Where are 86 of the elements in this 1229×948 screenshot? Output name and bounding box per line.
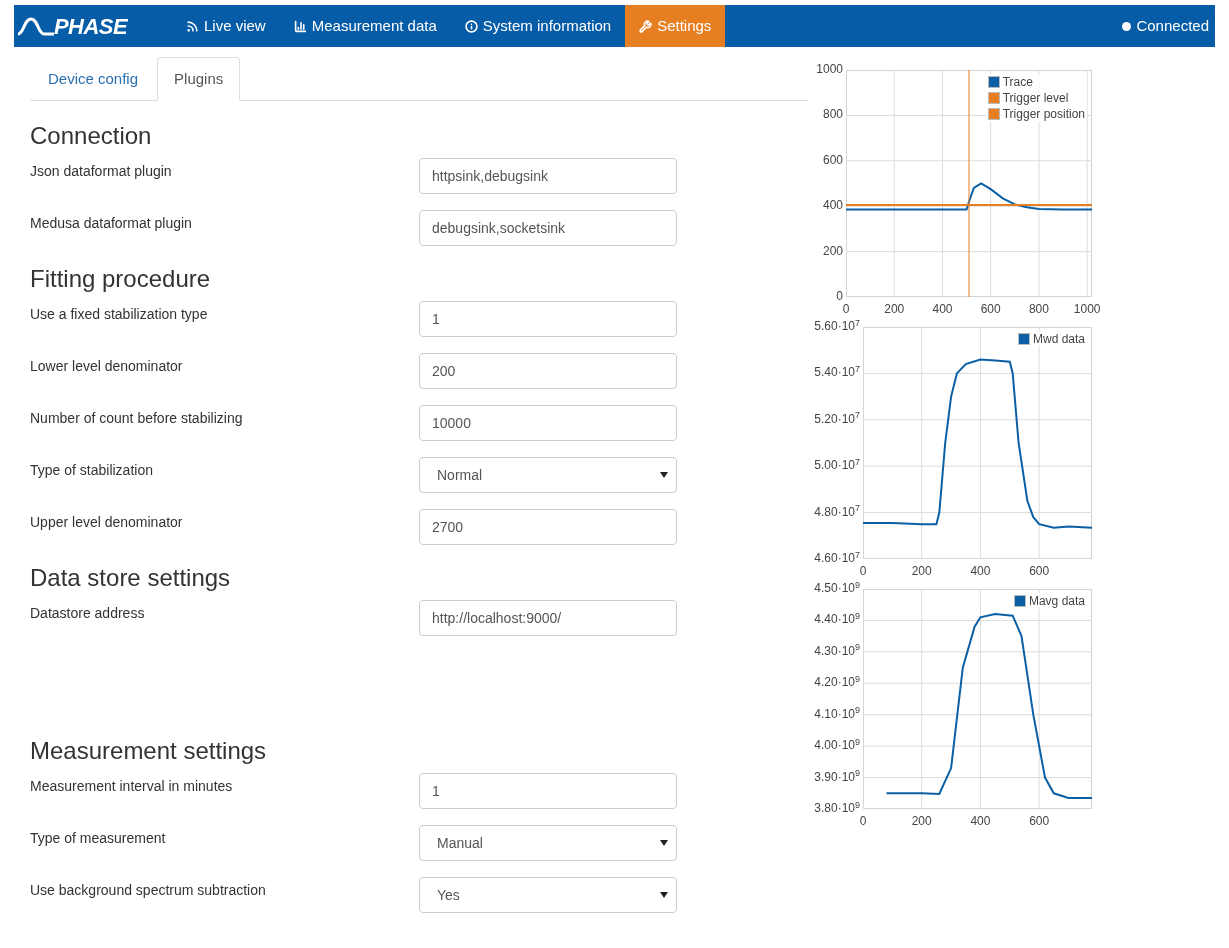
section-heading: Data store settings	[30, 563, 232, 593]
brand-logo[interactable]: PHASE	[14, 9, 172, 43]
field-label: Upper level denominator	[30, 513, 184, 532]
axis-tick-label: 600	[1029, 565, 1050, 577]
nav-link[interactable]: Measurement data	[279, 5, 451, 47]
text-field[interactable]: 2700	[419, 509, 677, 545]
field-label: Use a fixed stabilization type	[30, 305, 209, 324]
axis-tick-label: 800	[822, 108, 843, 121]
axis-tick-label: 200	[822, 244, 843, 257]
caret-icon	[660, 472, 668, 478]
legend-label: Mavg data	[1028, 595, 1085, 607]
axis-tick-label: 4.40·10$^{9}$	[814, 613, 860, 626]
field-label: Datastore address	[30, 604, 146, 623]
caret-icon	[660, 892, 668, 898]
axis-tick-label: 600	[822, 153, 843, 166]
axis-tick-label: 3.80·10$^{9}$	[814, 802, 860, 814]
field-label: Measurement interval in minutes	[30, 777, 234, 796]
axis-tick-label: 4.20·10$^{9}$	[814, 676, 860, 689]
axis-tick-label: 3.90·10$^{9}$	[814, 770, 860, 783]
field-label: Number of count before stabilizing	[30, 409, 244, 428]
field-label: Lower level denominator	[30, 357, 184, 376]
dropdown[interactable]: Normal	[419, 457, 677, 493]
tab[interactable]: Plugins	[157, 57, 241, 101]
axis-tick-label: 5.60·10$^{7}$	[814, 320, 860, 332]
wave-icon	[16, 15, 56, 37]
text-field[interactable]: httpsink,debugsink	[419, 158, 677, 194]
caret-icon	[660, 840, 668, 846]
axis-tick-label: 0	[836, 290, 843, 302]
axis-tick-label: 4.00·10$^{9}$	[814, 739, 860, 752]
axis-tick-label: 4.50·10$^{9}$	[814, 582, 860, 594]
legend-label: Mwd data	[1032, 333, 1085, 345]
bar-chart-icon	[293, 19, 307, 33]
text-field[interactable]: 1	[419, 301, 677, 337]
text-field[interactable]: 200	[419, 353, 677, 389]
axis-tick-label: 600	[980, 303, 1001, 315]
field-label: Type of measurement	[30, 829, 167, 848]
legend-label: Trigger position	[1002, 108, 1085, 120]
axis-tick-label: 1000	[816, 63, 843, 75]
legend-swatch	[987, 108, 1000, 120]
axis-tick-label: 400	[932, 303, 953, 315]
axis-tick-label: 200	[884, 303, 905, 315]
field-label: Json dataformat plugin	[30, 162, 173, 181]
field-label: Medusa dataformat plugin	[30, 214, 193, 233]
info-icon	[464, 19, 478, 33]
axis-tick-label: 0	[859, 815, 867, 827]
axis-tick-label: 200	[911, 815, 932, 827]
legend-swatch	[1017, 333, 1030, 345]
tab[interactable]: Device config	[31, 57, 156, 101]
axis-tick-label: 600	[1029, 815, 1050, 827]
axis-tick-label: 5.00·10$^{7}$	[814, 459, 860, 472]
text-field[interactable]: debugsink,socketsink	[419, 210, 677, 246]
dropdown[interactable]: Manual	[419, 825, 677, 861]
text-field[interactable]: 1	[419, 773, 677, 809]
nav-link[interactable]: Live view	[172, 5, 280, 47]
axis-tick-label: 1000	[1073, 303, 1101, 315]
connection-status: Connected	[1136, 15, 1209, 36]
text-field[interactable]: 10000	[419, 405, 677, 441]
field-label: Type of stabilization	[30, 461, 154, 480]
axis-tick-label: 5.40·10$^{7}$	[814, 366, 860, 379]
rss-icon	[186, 19, 199, 33]
section-heading: Connection	[30, 121, 153, 151]
axis-tick-label: 800	[1028, 303, 1049, 315]
legend-swatch	[987, 76, 1000, 88]
legend-swatch	[1013, 595, 1026, 607]
axis-tick-label: 4.80·10$^{7}$	[814, 505, 860, 518]
legend-label: Trace	[1002, 76, 1033, 88]
axis-tick-label: 5.20·10$^{7}$	[814, 412, 860, 425]
section-heading: Measurement settings	[30, 736, 268, 766]
axis-tick-label: 4.60·10$^{7}$	[814, 552, 860, 564]
axis-tick-label: 400	[822, 199, 843, 212]
text-field[interactable]: http://localhost:9000/	[419, 600, 677, 636]
axis-tick-label: 4.30·10$^{9}$	[814, 644, 860, 657]
axis-tick-label: 400	[970, 565, 991, 577]
status-dot-icon	[1122, 21, 1132, 31]
legend-swatch	[987, 92, 1000, 104]
wrench-icon	[639, 19, 653, 33]
dropdown[interactable]: Yes	[419, 877, 677, 913]
legend-label: Trigger level	[1002, 92, 1069, 104]
axis-tick-label: 400	[970, 815, 991, 827]
axis-tick-label: 0	[842, 303, 850, 315]
section-heading: Fitting procedure	[30, 264, 212, 294]
field-label: Use background spectrum subtraction	[30, 881, 267, 900]
axis-tick-label: 0	[859, 565, 867, 577]
axis-tick-label: 4.10·10$^{9}$	[814, 707, 860, 720]
axis-tick-label: 200	[911, 565, 932, 577]
nav-link[interactable]: System information	[450, 5, 626, 47]
